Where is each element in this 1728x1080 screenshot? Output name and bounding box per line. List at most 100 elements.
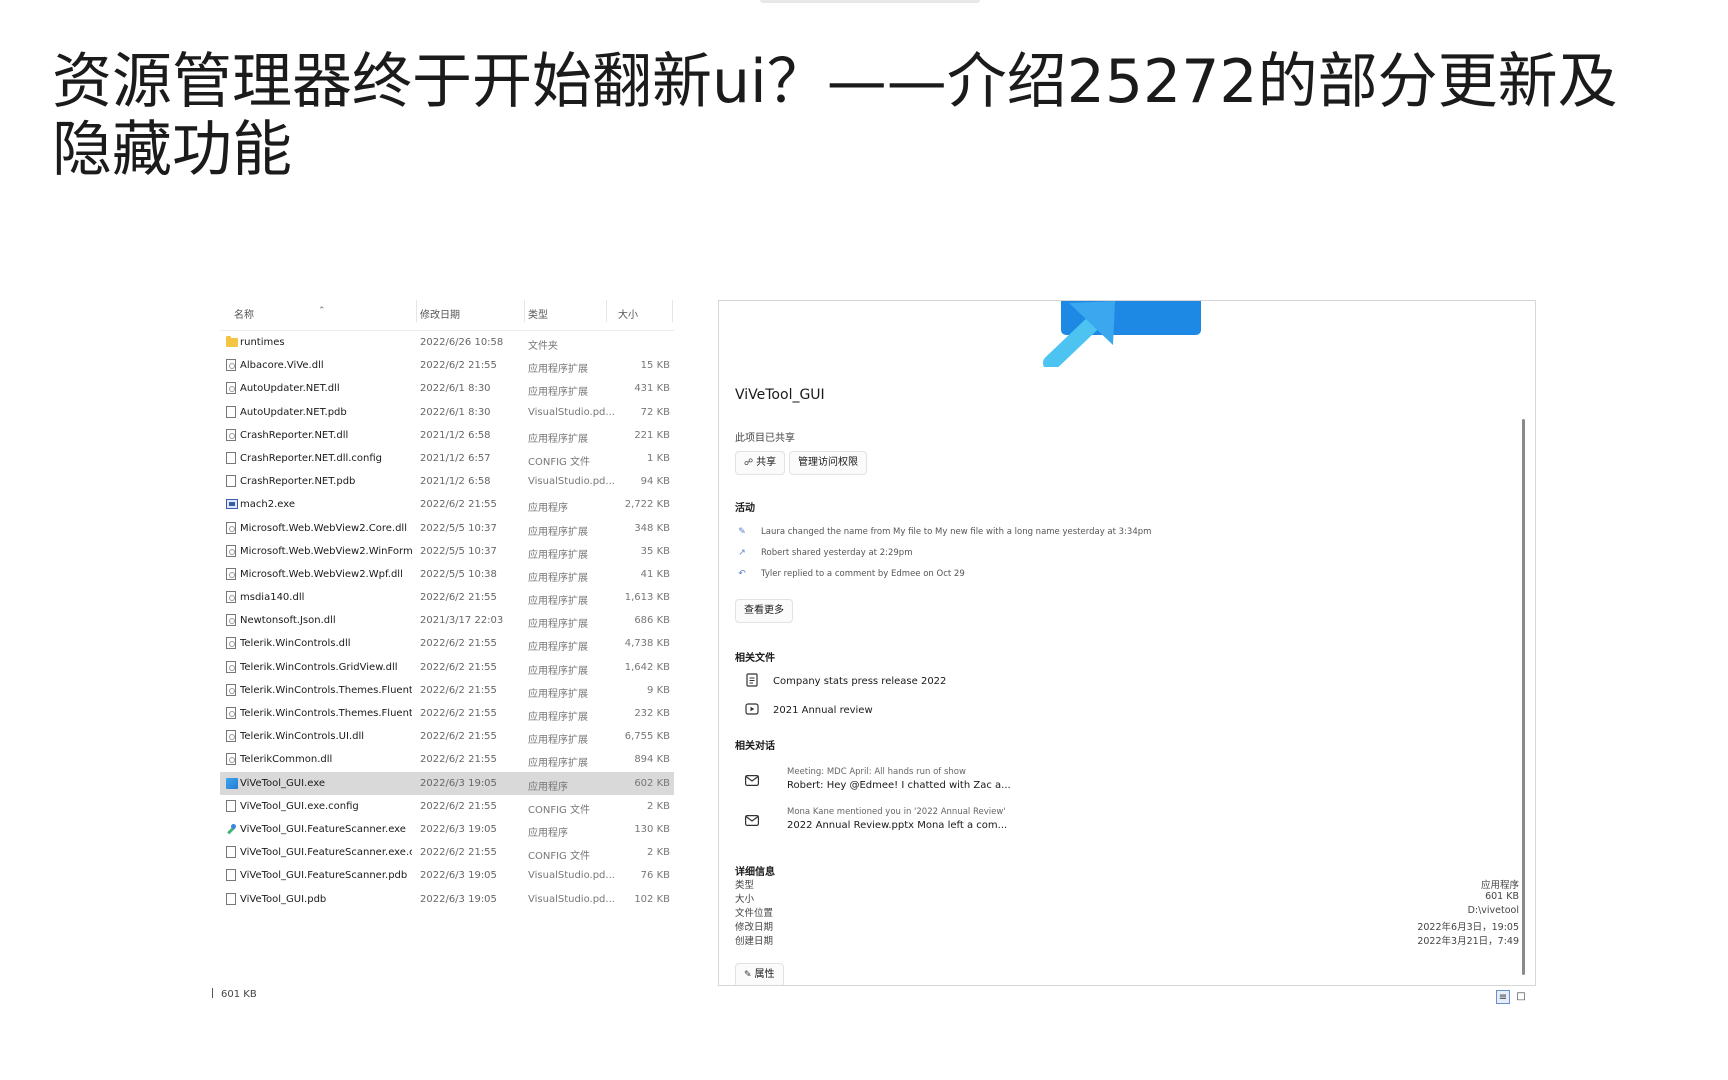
column-header-type[interactable]: 类型: [528, 306, 548, 321]
file-row[interactable]: ViVeTool_GUI.pdb 2022/6/3 19:05 VisualStud…: [220, 888, 674, 911]
file-modified-date: 2022/6/3 19:05: [420, 893, 497, 905]
file-row[interactable]: Microsoft.Web.WebView2.Core.dll 2022/5/5 …: [220, 517, 674, 540]
file-type: 应用程序扩展: [528, 712, 588, 723]
file-modified-date: 2022/6/26 10:58: [420, 337, 504, 348]
file-modified-date: 2022/6/2 21:55: [420, 847, 497, 859]
file-name: Microsoft.Web.WebView2.WinForms....: [240, 545, 412, 557]
file-row[interactable]: AutoUpdater.NET.pdb 2022/6/1 8:30 VisualSt…: [220, 401, 674, 424]
file-name: TelerikCommon.dll: [240, 754, 333, 766]
file-modified-date: 2022/6/1 8:30: [420, 406, 491, 418]
pane-scrollbar[interactable]: [1522, 419, 1525, 975]
file-row[interactable]: Telerik.WinControls.GridView.dll 2022/6/2…: [220, 656, 674, 679]
file-row[interactable]: Telerik.WinControls.Themes.FluentDa... 20…: [220, 702, 674, 725]
details-view-icon[interactable]: ≡: [1496, 990, 1510, 1004]
preview-pane-icon[interactable]: □: [1514, 990, 1528, 1004]
related-file-item[interactable]: Company stats press release 2022: [745, 673, 946, 687]
file-size: 348 KB: [634, 522, 670, 534]
file-modified-date: 2022/6/3 19:05: [420, 777, 497, 789]
scanner-app-icon: [226, 823, 238, 835]
file-row[interactable]: Microsoft.Web.WebView2.Wpf.dll 2022/5/5 1…: [220, 563, 674, 586]
conversation-preview: 2022 Annual Review.pptx Mona left a com.…: [787, 820, 1008, 831]
file-modified-date: 2022/6/2 21:55: [420, 754, 497, 766]
column-divider[interactable]: [524, 300, 525, 322]
file-name: CrashReporter.NET.pdb: [240, 476, 356, 488]
file-size: 9 KB: [647, 684, 670, 696]
file-name: Telerik.WinControls.dll: [240, 638, 351, 650]
column-divider[interactable]: [672, 300, 673, 322]
file-row[interactable]: Telerik.WinControls.Themes.Fluent.dll 202…: [220, 679, 674, 702]
file-icon: [226, 451, 236, 464]
dll-file-icon: [226, 428, 236, 441]
file-type: 应用程序: [528, 503, 568, 515]
property-value-modified: 2022年6月3日，19:05: [1417, 922, 1519, 933]
mail-icon: [745, 775, 759, 786]
dll-file-icon: [226, 382, 236, 395]
dll-file-icon: [226, 614, 236, 627]
file-row[interactable]: ViVeTool_GUI.exe 2022/6/3 19:05 应用程序 602 KB: [220, 771, 674, 795]
file-row[interactable]: ViVeTool_GUI.FeatureScanner.exe.co... 202…: [220, 841, 674, 864]
file-modified-date: 2021/1/2 6:58: [420, 476, 491, 488]
file-modified-date: 2022/6/1 8:30: [420, 383, 491, 395]
property-value-type: 应用程序: [1480, 880, 1519, 891]
file-row[interactable]: CrashReporter.NET.dll 2021/1/2 6:58 应用程序扩展…: [220, 424, 674, 447]
file-type: VisualStudio.pd...: [528, 476, 615, 488]
file-row[interactable]: ViVeTool_GUI.exe.config 2022/6/2 21:55 CON…: [220, 795, 674, 818]
file-row[interactable]: CrashReporter.NET.pdb 2021/1/2 6:58 Visual…: [220, 470, 674, 493]
column-header-name[interactable]: 名称: [234, 306, 254, 321]
related-file-name: Company stats press release 2022: [773, 676, 947, 687]
file-row[interactable]: Albacore.ViVe.dll 2022/6/2 21:55 应用程序扩展 15 …: [220, 354, 674, 377]
file-row[interactable]: AutoUpdater.NET.dll 2022/6/1 8:30 应用程序扩展 43…: [220, 377, 674, 400]
share-button-label: 共享: [756, 457, 777, 468]
file-name: Telerik.WinControls.Themes.Fluent.dll: [240, 684, 412, 696]
column-divider[interactable]: [606, 300, 607, 322]
file-row[interactable]: runtimes 2022/6/26 10:58 文件夹: [220, 331, 674, 354]
file-modified-date: 2022/6/2 21:55: [420, 800, 497, 812]
file-type: 应用程序扩展: [528, 549, 588, 561]
activity-text: Tyler replied to a comment by Edmee on O…: [761, 569, 965, 579]
properties-button-label: 属性: [754, 969, 775, 980]
file-type: 应用程序: [528, 781, 568, 793]
file-modified-date: 2022/5/5 10:37: [420, 522, 497, 534]
activity-heading: 活动: [735, 503, 755, 514]
file-row[interactable]: Telerik.WinControls.dll 2022/6/2 21:55 应用程…: [220, 632, 674, 655]
file-name: Telerik.WinControls.GridView.dll: [240, 661, 398, 673]
file-type: 应用程序扩展: [528, 688, 588, 700]
file-name: AutoUpdater.NET.pdb: [240, 406, 347, 418]
file-size: 1,613 KB: [624, 592, 670, 604]
dll-file-icon: [226, 544, 236, 557]
manage-access-button[interactable]: 管理访问权限: [789, 451, 867, 475]
column-divider[interactable]: [416, 300, 417, 322]
file-row[interactable]: CrashReporter.NET.dll.config 2021/1/2 6:5…: [220, 447, 674, 470]
file-row[interactable]: ViVeTool_GUI.FeatureScanner.exe 2022/6/3 …: [220, 818, 674, 841]
file-row[interactable]: ViVeTool_GUI.FeatureScanner.pdb 2022/6/3 …: [220, 864, 674, 887]
conversation-subject: Meeting: MDC April: All hands run of sho…: [787, 767, 966, 777]
property-label-type: 类型: [735, 880, 755, 891]
dll-file-icon: [226, 359, 236, 372]
file-modified-date: 2022/6/2 21:55: [420, 499, 497, 511]
column-header-date[interactable]: 修改日期: [420, 306, 460, 321]
file-name: mach2.exe: [240, 499, 295, 511]
exe-icon: [226, 499, 238, 510]
file-icon: [226, 405, 236, 418]
file-type: VisualStudio.pd...: [528, 406, 615, 418]
file-row[interactable]: mach2.exe 2022/6/2 21:55 应用程序 2,722 KB: [220, 493, 674, 516]
file-size: 1,642 KB: [624, 661, 670, 673]
document-icon: [746, 673, 758, 687]
file-modified-date: 2022/6/2 21:55: [420, 638, 497, 650]
share-button[interactable]: ☍ 共享: [735, 451, 786, 475]
related-file-item[interactable]: 2021 Annual review: [745, 702, 873, 716]
properties-button[interactable]: ✎ 属性: [735, 963, 784, 985]
file-row[interactable]: Telerik.WinControls.UI.dll 2022/6/2 21:55…: [220, 725, 674, 748]
file-row[interactable]: msdia140.dll 2022/6/2 21:55 应用程序扩展 1,613 KB: [220, 586, 674, 609]
file-size: 602 KB: [634, 777, 670, 789]
column-header-size[interactable]: 大小: [618, 306, 638, 321]
file-name: ViVeTool_GUI.exe.config: [240, 800, 359, 812]
reply-icon: ↶: [738, 569, 746, 579]
file-type: 应用程序扩展: [528, 735, 588, 747]
file-modified-date: 2022/6/2 21:55: [420, 661, 497, 673]
file-row[interactable]: Newtonsoft.Json.dll 2021/3/17 22:03 应用程序扩展…: [220, 609, 674, 632]
see-more-button[interactable]: 查看更多: [735, 599, 793, 623]
file-row[interactable]: Microsoft.Web.WebView2.WinForms.... 2022/…: [220, 540, 674, 563]
file-row[interactable]: TelerikCommon.dll 2022/6/2 21:55 应用程序扩展 894…: [220, 748, 674, 771]
related-conversations-heading: 相关对话: [735, 741, 775, 752]
